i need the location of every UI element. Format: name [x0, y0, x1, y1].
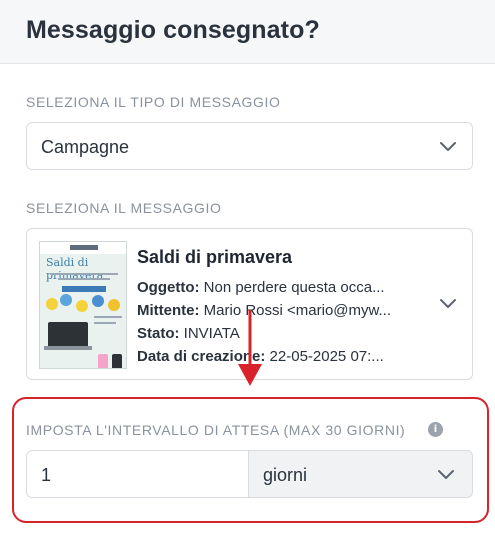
message-sender: Mittente: Mario Rossi <mario@myw...	[137, 302, 392, 319]
message-status: Stato: INVIATA	[137, 325, 240, 342]
interval-unit-select[interactable]: giorni	[248, 450, 473, 498]
message-thumbnail: Saldi di primavera	[39, 241, 127, 369]
panel-header: Messaggio consegnato?	[0, 0, 495, 64]
info-icon[interactable]: i	[428, 422, 443, 437]
chevron-down-icon	[440, 142, 456, 151]
message-title: Saldi di primavera	[137, 247, 293, 267]
message-type-label: SELEZIONA IL TIPO DI MESSAGGIO	[26, 94, 281, 110]
message-label: SELEZIONA IL MESSAGGIO	[26, 200, 222, 216]
page-title: Messaggio consegnato?	[26, 16, 320, 44]
arrow-down-icon	[238, 310, 262, 386]
interval-value-input[interactable]: 1	[26, 450, 249, 498]
chevron-down-icon	[438, 470, 454, 479]
interval-unit-value: giorni	[263, 465, 308, 485]
interval-value: 1	[41, 465, 52, 485]
message-subject: Oggetto: Non perdere questa occa...	[137, 279, 385, 296]
message-created-date: Data di creazione: 22-05-2025 07:...	[137, 348, 384, 365]
message-type-select[interactable]: Campagne	[26, 122, 473, 170]
chevron-down-icon	[440, 299, 456, 308]
interval-label: IMPOSTA L'INTERVALLO DI ATTESA (MAX 30 G…	[26, 422, 406, 438]
message-type-value: Campagne	[41, 137, 130, 157]
